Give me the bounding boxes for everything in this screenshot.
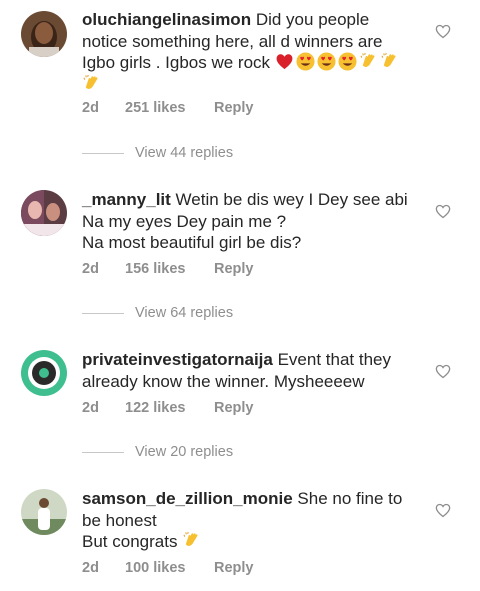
view-replies-label: View 20 replies xyxy=(135,444,234,460)
comment-username[interactable]: _manny_lit xyxy=(82,190,171,209)
replies-divider xyxy=(82,451,124,453)
comment-age: 2d xyxy=(82,560,99,576)
reply-button[interactable]: Reply xyxy=(214,261,254,277)
comment-meta: 2d 156 likes Reply xyxy=(82,261,254,277)
comment-body-line-1: Wetin be dis wey I Dey see abi xyxy=(175,190,408,209)
reply-button[interactable]: Reply xyxy=(214,560,254,576)
comment-username[interactable]: oluchiangelinasimon xyxy=(82,10,251,29)
avatar[interactable] xyxy=(21,11,67,57)
view-replies-label: View 64 replies xyxy=(135,305,234,321)
comment-age: 2d xyxy=(82,400,99,416)
view-replies-button[interactable]: View 64 replies xyxy=(82,303,233,323)
heart-eyes-emoji xyxy=(296,52,315,71)
clapping-hands-emoji xyxy=(182,531,201,550)
replies-divider xyxy=(82,152,124,154)
comment-text: _manny_lit Wetin be dis wey I Dey see ab… xyxy=(82,189,412,254)
like-heart-icon[interactable] xyxy=(435,204,451,219)
comment-meta: 2d 122 likes Reply xyxy=(82,400,254,416)
comment-age: 2d xyxy=(82,261,99,277)
comment-username[interactable]: privateinvestigatornaija xyxy=(82,350,273,369)
heart-eyes-emoji xyxy=(338,52,357,71)
view-replies-label: View 44 replies xyxy=(135,145,234,161)
like-heart-icon[interactable] xyxy=(435,364,451,379)
comment-meta: 2d 251 likes Reply xyxy=(82,100,254,116)
clapping-hands-emoji xyxy=(82,74,101,93)
comment-text: oluchiangelinasimon Did you people notic… xyxy=(82,9,412,95)
red-heart-emoji xyxy=(275,52,294,71)
comment-likes[interactable]: 156 likes xyxy=(125,261,214,277)
avatar[interactable] xyxy=(21,190,67,236)
avatar[interactable] xyxy=(21,350,67,396)
comment-age: 2d xyxy=(82,100,99,116)
comment-body-line-2: Na my eyes Dey pain me ? xyxy=(82,211,287,231)
like-heart-icon[interactable] xyxy=(435,503,451,518)
comment-text: samson_de_zillion_monie She no fine to b… xyxy=(82,488,412,553)
heart-eyes-emoji xyxy=(317,52,336,71)
comment-username[interactable]: samson_de_zillion_monie xyxy=(82,489,293,508)
comment-body-line-2: But congrats xyxy=(82,532,178,551)
clapping-hands-emoji xyxy=(380,52,399,71)
avatar[interactable] xyxy=(21,489,67,535)
comment-likes[interactable]: 251 likes xyxy=(125,100,214,116)
comment-likes[interactable]: 100 likes xyxy=(125,560,214,576)
clapping-hands-emoji xyxy=(359,52,378,71)
reply-button[interactable]: Reply xyxy=(214,100,254,116)
comment-text: privateinvestigatornaija Event that they… xyxy=(82,349,412,392)
replies-divider xyxy=(82,312,124,314)
reply-button[interactable]: Reply xyxy=(214,400,254,416)
view-replies-button[interactable]: View 20 replies xyxy=(82,442,233,462)
comment-body-line-3: Na most beautiful girl be dis? xyxy=(82,233,302,252)
like-heart-icon[interactable] xyxy=(435,24,451,39)
comment-likes[interactable]: 122 likes xyxy=(125,400,214,416)
view-replies-button[interactable]: View 44 replies xyxy=(82,143,233,163)
comment-meta: 2d 100 likes Reply xyxy=(82,560,254,576)
